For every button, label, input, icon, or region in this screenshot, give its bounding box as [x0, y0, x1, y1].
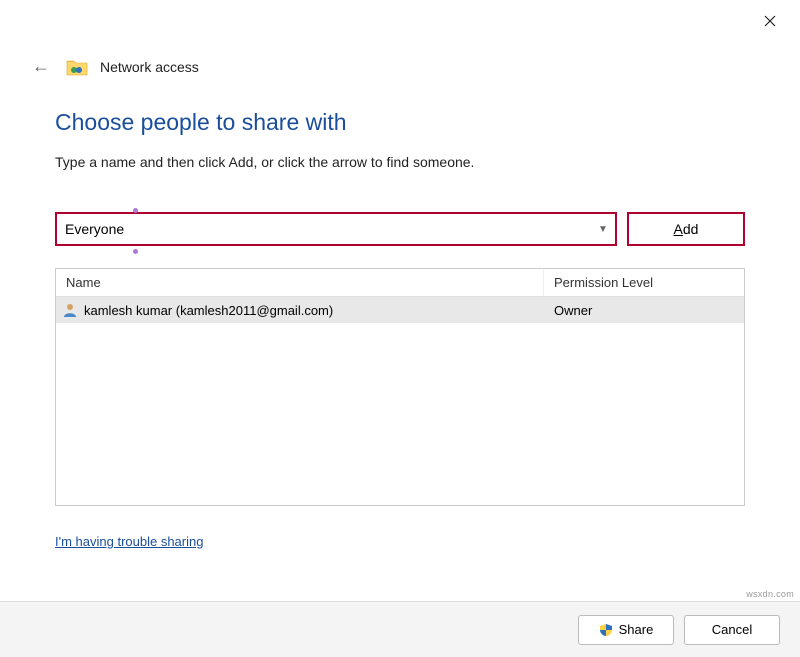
- add-user-row: ▼ Add: [55, 212, 745, 246]
- share-button-label: Share: [619, 622, 654, 637]
- column-header-name[interactable]: Name: [56, 269, 544, 296]
- add-button-label-rest: dd: [683, 221, 699, 237]
- cell-name: kamlesh kumar (kamlesh2011@gmail.com): [56, 302, 544, 318]
- network-access-dialog: ← Network access Choose people to share …: [0, 0, 800, 657]
- dialog-content: Choose people to share with Type a name …: [0, 79, 800, 549]
- page-subtext: Type a name and then click Add, or click…: [55, 154, 745, 170]
- chevron-down-icon[interactable]: ▼: [591, 224, 615, 235]
- column-header-permission[interactable]: Permission Level: [544, 269, 744, 296]
- dialog-header: ← Network access: [0, 0, 800, 79]
- table-header-row: Name Permission Level: [56, 269, 744, 297]
- page-heading: Choose people to share with: [55, 109, 745, 136]
- shield-icon: [599, 623, 613, 637]
- people-input[interactable]: [57, 217, 591, 241]
- add-button[interactable]: Add: [627, 212, 745, 246]
- row-user-name: kamlesh kumar (kamlesh2011@gmail.com): [84, 303, 333, 318]
- user-icon: [62, 302, 78, 318]
- close-icon: [764, 15, 776, 27]
- share-button[interactable]: Share: [578, 615, 674, 645]
- back-arrow-icon[interactable]: ←: [28, 54, 54, 79]
- table-row[interactable]: kamlesh kumar (kamlesh2011@gmail.com) Ow…: [56, 297, 744, 323]
- shared-folder-icon: [66, 58, 88, 76]
- watermark: wsxdn.com: [746, 589, 794, 599]
- close-button[interactable]: [758, 10, 782, 34]
- cancel-button[interactable]: Cancel: [684, 615, 780, 645]
- trouble-sharing-link[interactable]: I'm having trouble sharing: [55, 534, 203, 549]
- cell-permission: Owner: [544, 303, 744, 318]
- people-table: Name Permission Level kamlesh kumar (kam…: [55, 268, 745, 506]
- people-combobox[interactable]: ▼: [55, 212, 617, 246]
- dialog-footer: Share Cancel: [0, 601, 800, 657]
- dialog-title: Network access: [100, 59, 199, 75]
- cancel-button-label: Cancel: [712, 622, 752, 637]
